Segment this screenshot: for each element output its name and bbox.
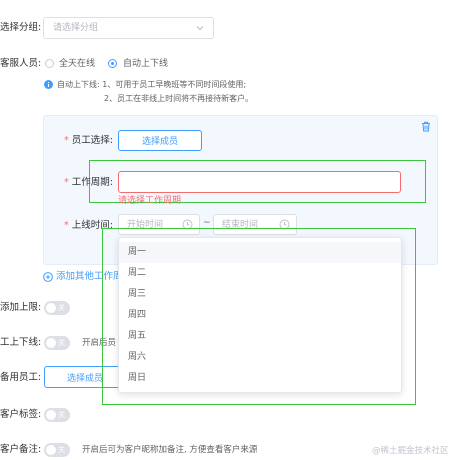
auto-online-tip-line2: 2、员工在非线上时间将不再接待新客户。 bbox=[104, 94, 254, 103]
customer-note-label: 客户备注: bbox=[0, 444, 42, 455]
customer-tag-switch[interactable]: 关 bbox=[44, 408, 70, 422]
plus-circle-icon[interactable] bbox=[43, 272, 53, 282]
employee-select-label: 员工选择: bbox=[64, 134, 113, 148]
time-range-separator: ~ bbox=[203, 218, 211, 228]
customer-tag-label: 客户标签: bbox=[0, 409, 42, 420]
staff-online-switch-text: 关 bbox=[58, 339, 65, 347]
group-select-placeholder: 请选择分组 bbox=[53, 23, 99, 33]
customer-note-switch[interactable]: 关 bbox=[44, 443, 70, 457]
radio-auto-online-label[interactable]: 自动上下线 bbox=[123, 57, 168, 71]
radio-all-day[interactable] bbox=[45, 59, 54, 68]
group-select-label: 选择分组: bbox=[0, 22, 42, 33]
group-select[interactable]: 请选择分组 bbox=[43, 17, 214, 39]
work-cycle-select[interactable] bbox=[118, 171, 401, 193]
delete-icon[interactable] bbox=[421, 121, 431, 132]
dropdown-highlight-box bbox=[102, 228, 416, 405]
auto-online-tip-line1: 自动上下线: 1、可用于员工早晚班等不同时间段使用; bbox=[57, 80, 247, 89]
select-members-button[interactable]: 选择成员 bbox=[118, 130, 202, 151]
add-limit-switch-text: 关 bbox=[58, 304, 65, 312]
radio-auto-online[interactable] bbox=[108, 59, 117, 68]
work-cycle-label: 工作周期: bbox=[64, 176, 113, 190]
backup-staff-label: 备用员工: bbox=[0, 372, 42, 383]
customer-tag-switch-text: 关 bbox=[58, 411, 65, 419]
info-icon bbox=[44, 80, 53, 89]
radio-all-day-label[interactable]: 全天在线 bbox=[59, 57, 95, 71]
work-cycle-error: 请选择工作周期 bbox=[118, 196, 182, 206]
watermark: @稀土掘金技术社区 bbox=[372, 446, 449, 456]
staff-label: 客服人员: bbox=[0, 58, 42, 69]
customer-note-switch-text: 关 bbox=[58, 446, 65, 454]
staff-online-label: 工上下线: bbox=[0, 337, 42, 348]
chevron-down-icon bbox=[194, 22, 206, 34]
customer-note-hint: 开启后可为客户昵称加备注, 方便查看客户来源 bbox=[82, 445, 258, 455]
add-limit-switch[interactable]: 关 bbox=[44, 301, 70, 315]
add-limit-label: 添加上限: bbox=[0, 302, 42, 313]
staff-online-switch[interactable]: 关 bbox=[44, 336, 70, 350]
